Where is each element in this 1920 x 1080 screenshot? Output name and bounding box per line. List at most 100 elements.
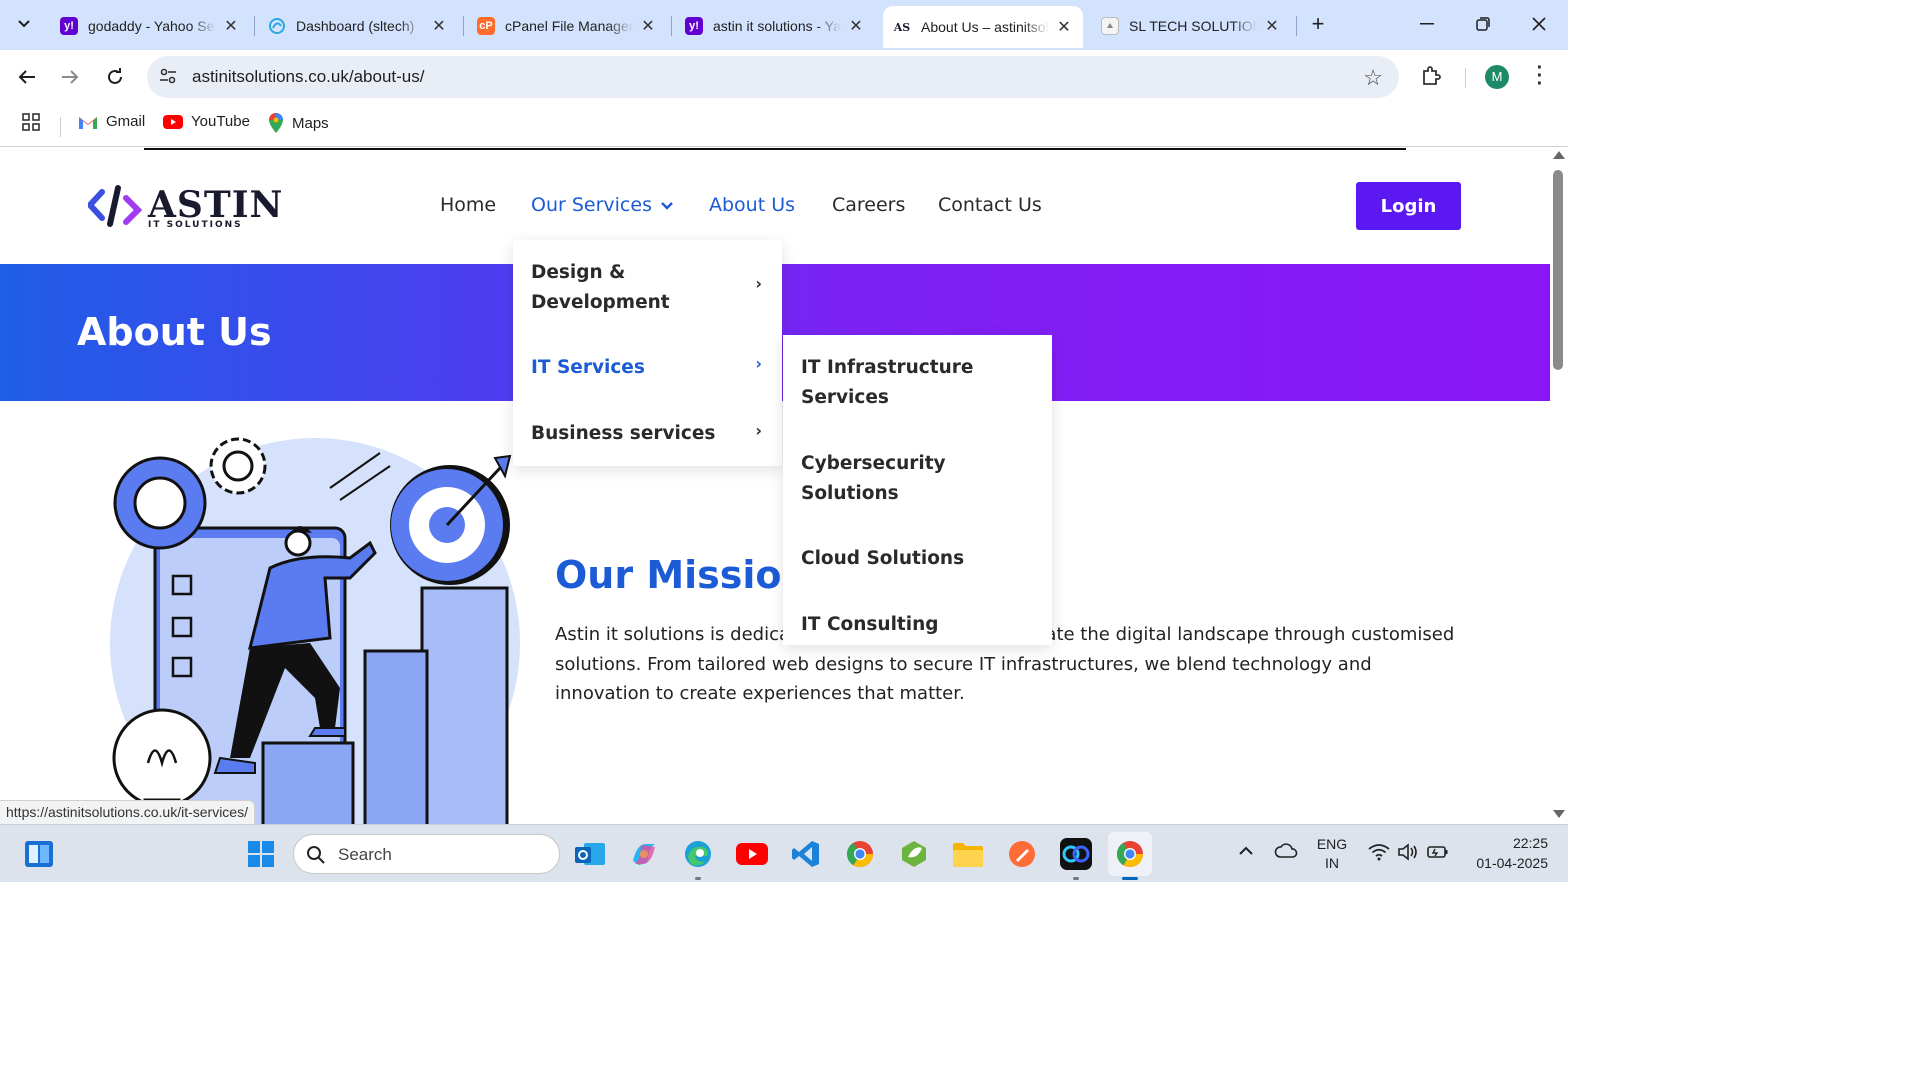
tab-divider	[463, 16, 464, 36]
chevron-down-icon[interactable]	[660, 196, 674, 215]
wifi-icon[interactable]	[1368, 843, 1390, 866]
small-gear-icon	[209, 437, 267, 495]
menu-item-it-services[interactable]: IT Services	[531, 353, 645, 383]
close-icon[interactable]: ✕	[639, 16, 657, 36]
clock-time[interactable]: 22:25	[1488, 835, 1548, 851]
submenu-item-cloud-solutions[interactable]: Cloud Solutions	[801, 544, 964, 574]
bookmark-label: Maps	[292, 114, 329, 132]
page-viewport: ASTIN IT SOLUTIONS Home Our Services Abo…	[0, 148, 1550, 824]
youtube-icon[interactable]	[735, 837, 769, 871]
tab-title: SL TECH SOLUTIONS	[1129, 18, 1257, 34]
tab-title: Dashboard (sltech)	[296, 18, 415, 34]
scroll-down-arrow-icon[interactable]	[1553, 810, 1565, 818]
tab-title: astin it solutions - Yahoo	[713, 18, 841, 34]
address-bar[interactable]: astinitsolutions.co.uk/about-us/ ☆	[147, 56, 1399, 98]
close-icon[interactable]: ✕	[1055, 17, 1073, 37]
submenu-item-cybersecurity[interactable]: Cybersecurity Solutions	[801, 449, 981, 508]
nav-home[interactable]: Home	[440, 194, 496, 216]
chevron-right-icon: ›	[755, 274, 762, 293]
tab-divider	[254, 16, 255, 36]
logo-tagline: IT SOLUTIONS	[148, 220, 243, 230]
menu-item-business-services[interactable]: Business services	[531, 419, 715, 449]
springboot-icon[interactable]	[897, 837, 931, 871]
nav-contact-us[interactable]: Contact Us	[938, 194, 1042, 216]
chevron-up-icon[interactable]	[1238, 843, 1254, 861]
forward-button[interactable]	[55, 62, 85, 92]
bookmark-maps[interactable]: Maps	[268, 113, 329, 133]
open-app-indicator	[1073, 877, 1079, 880]
youtube-icon	[163, 114, 183, 129]
browser-tab[interactable]: Dashboard (sltech) ✕	[258, 8, 458, 44]
browser-tab[interactable]: y! godaddy - Yahoo Search ✕	[50, 8, 250, 44]
page-scrollbar[interactable]	[1550, 148, 1568, 824]
vscode-icon[interactable]	[789, 837, 823, 871]
chevron-right-icon: ›	[755, 354, 762, 373]
toolbar-divider	[1465, 68, 1466, 88]
taskbar-search-label: Search	[338, 845, 392, 864]
extensions-icon[interactable]	[1420, 65, 1442, 92]
language-indicator-bottom[interactable]: IN	[1312, 855, 1352, 871]
nav-careers[interactable]: Careers	[832, 194, 905, 216]
windows-start-icon[interactable]	[244, 837, 278, 871]
submenu-item-it-infrastructure[interactable]: IT Infrastructure Services	[801, 353, 981, 412]
taskbar-search-box[interactable]: Search	[293, 834, 560, 874]
site-settings-icon[interactable]	[159, 67, 177, 90]
file-explorer-icon[interactable]	[951, 837, 985, 871]
new-tab-button[interactable]: +	[1304, 10, 1332, 38]
apps-grid-icon[interactable]	[22, 113, 40, 131]
postman-icon[interactable]	[1005, 837, 1039, 871]
close-icon[interactable]: ✕	[1263, 16, 1281, 36]
active-app-indicator	[1122, 877, 1138, 880]
browser-tab-active[interactable]: AS About Us – astinitsolutions ✕	[883, 6, 1083, 48]
browser-tab[interactable]: SL TECH SOLUTIONS ✕	[1091, 8, 1291, 44]
nav-our-services[interactable]: Our Services	[531, 194, 652, 216]
browser-tab[interactable]: cP cPanel File Manager ✕	[467, 8, 667, 44]
widgets-icon[interactable]	[22, 837, 56, 871]
minimize-button[interactable]	[1404, 8, 1450, 40]
astin-logo-icon	[88, 185, 143, 227]
nav-about-us[interactable]: About Us	[709, 194, 795, 216]
mission-text-start: Astin it solutions is dedica	[555, 624, 790, 645]
chrome-icon[interactable]	[843, 837, 877, 871]
browser-tab[interactable]: y! astin it solutions - Yahoo ✕	[675, 8, 875, 44]
link-status-bar: https://astinitsolutions.co.uk/it-servic…	[0, 800, 255, 824]
copilot-icon[interactable]	[627, 837, 661, 871]
submenu-item-it-consulting[interactable]: IT Consulting	[801, 610, 939, 640]
browser-toolbar: astinitsolutions.co.uk/about-us/ ☆ M · · ·	[0, 50, 1568, 105]
onedrive-cloud-icon[interactable]	[1274, 843, 1298, 864]
login-button[interactable]: Login	[1356, 182, 1461, 230]
gmail-icon	[78, 114, 98, 130]
bookmark-label: YouTube	[191, 113, 250, 130]
url-text: astinitsolutions.co.uk/about-us/	[192, 67, 425, 86]
back-button[interactable]	[12, 62, 42, 92]
bookmark-gmail[interactable]: Gmail	[78, 113, 145, 130]
clock-date[interactable]: 01-04-2025	[1458, 855, 1548, 871]
webex-icon[interactable]	[1059, 837, 1093, 871]
close-window-button[interactable]	[1516, 8, 1562, 40]
chrome-active-icon[interactable]	[1108, 832, 1152, 876]
outlook-icon[interactable]	[573, 837, 607, 871]
tab-search-button[interactable]	[8, 8, 40, 40]
scroll-up-arrow-icon[interactable]	[1553, 151, 1565, 159]
close-icon[interactable]: ✕	[222, 16, 240, 36]
language-indicator-top[interactable]: ENG	[1312, 836, 1352, 852]
scrollbar-thumb[interactable]	[1553, 170, 1563, 370]
battery-icon[interactable]	[1427, 844, 1449, 865]
profile-avatar[interactable]: M	[1485, 65, 1509, 89]
browser-menu-icon[interactable]: · · ·	[1530, 58, 1550, 94]
reload-button[interactable]	[100, 62, 130, 92]
menu-item-design-development[interactable]: Design & Development	[531, 258, 731, 317]
bookmark-youtube[interactable]: YouTube	[163, 113, 250, 130]
site-logo[interactable]: ASTIN IT SOLUTIONS	[88, 184, 282, 234]
close-icon[interactable]: ✕	[847, 16, 865, 36]
close-icon[interactable]: ✕	[430, 16, 448, 36]
browser-tab-strip: y! godaddy - Yahoo Search ✕ Dashboard (s…	[0, 0, 1568, 50]
cpanel-icon: cP	[477, 17, 495, 35]
bookmark-star-icon[interactable]: ☆	[1363, 65, 1383, 91]
sltech-icon	[1101, 17, 1119, 35]
volume-icon[interactable]	[1397, 843, 1419, 866]
restore-button[interactable]	[1460, 8, 1506, 40]
page-title: About Us	[77, 310, 272, 354]
edge-icon[interactable]	[681, 837, 715, 871]
mission-illustration	[110, 437, 520, 824]
